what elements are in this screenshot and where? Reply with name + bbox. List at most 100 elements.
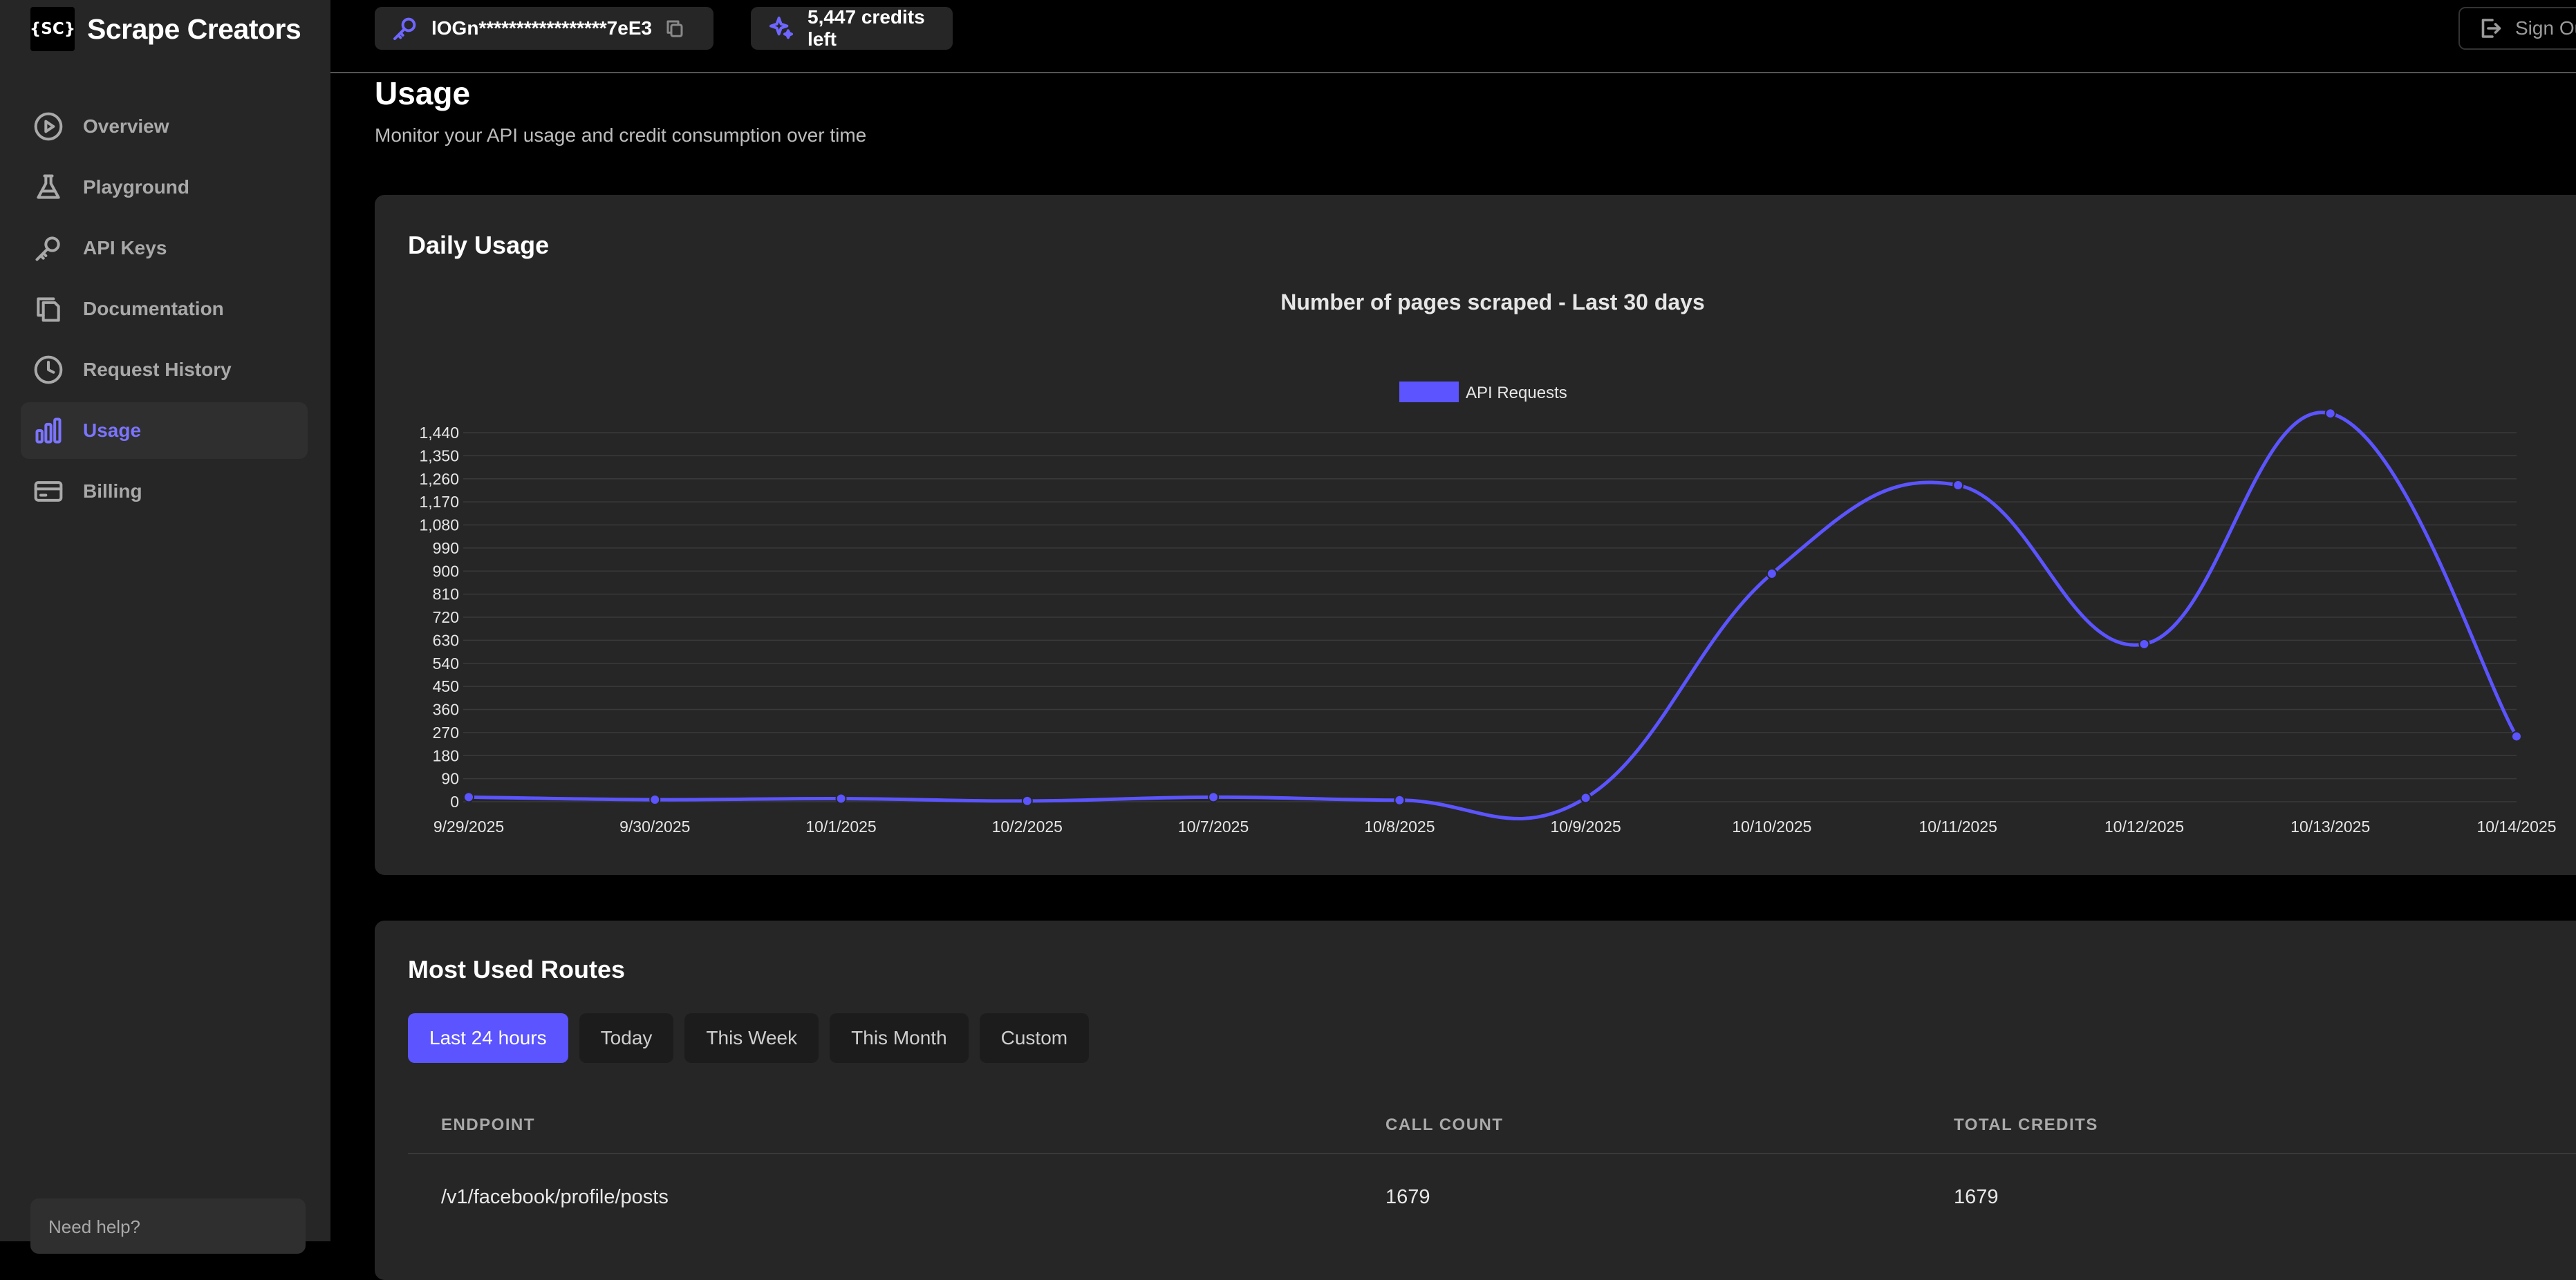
series-line (468, 411, 2519, 820)
sidebar-item-request-history[interactable]: Request History (21, 341, 308, 398)
flask-icon (33, 172, 64, 203)
help-text: Need help? (48, 1216, 140, 1237)
routes-title: Most Used Routes (408, 955, 626, 983)
sidebar-item-label: Request History (83, 359, 232, 380)
y-tick-label: 990 (433, 539, 459, 557)
data-point (463, 791, 474, 803)
filter-this-week[interactable]: This Week (684, 1013, 819, 1063)
data-point (1208, 791, 1220, 803)
page-title: Usage (375, 75, 471, 111)
topbar: lOGn*****************7eE3 5,447 credits … (330, 0, 2576, 73)
x-tick-label: 9/29/2025 (433, 818, 504, 836)
filter-last-24-hours[interactable]: Last 24 hours (408, 1013, 568, 1063)
data-point (2511, 731, 2522, 742)
document-icon (33, 294, 64, 324)
routes-table-header: ENDPOINT CALL COUNT TOTAL CREDITS (408, 1098, 2576, 1154)
y-tick-label: 180 (433, 746, 459, 764)
y-tick-label: 360 (433, 701, 459, 719)
api-key-value: lOGn*****************7eE3 (431, 17, 653, 39)
sidebar-item-label: Playground (83, 176, 190, 198)
y-tick-label: 1,080 (419, 516, 459, 534)
y-tick-label: 1,170 (419, 493, 459, 511)
sidebar-item-billing[interactable]: Billing (21, 463, 308, 520)
x-tick-label: 10/9/2025 (1550, 818, 1621, 836)
sign-out-button[interactable]: Sign Out (2458, 7, 2576, 50)
sidebar-item-overview[interactable]: Overview (21, 98, 308, 155)
daily-usage-card: Daily Usage Number of pages scraped - La… (375, 195, 2576, 875)
data-point (1952, 480, 1964, 491)
sidebar-item-api-keys[interactable]: API Keys (21, 220, 308, 276)
cell-total-credits: 1679 (1954, 1186, 1999, 1208)
sidebar-item-usage[interactable]: Usage (21, 402, 308, 459)
x-tick-label: 10/13/2025 (2290, 818, 2370, 836)
credit-card-icon (33, 476, 64, 507)
x-tick-label: 10/2/2025 (992, 818, 1063, 836)
sign-out-label: Sign Out (2515, 17, 2576, 39)
data-point (835, 793, 847, 804)
brand-logo: {SC} (30, 7, 75, 51)
column-header-total-credits: TOTAL CREDITS (1954, 1116, 2098, 1134)
page-subtitle: Monitor your API usage and credit consum… (375, 124, 867, 146)
data-point (1766, 567, 1777, 579)
legend-label: API Requests (1466, 384, 1567, 402)
y-tick-label: 540 (433, 655, 459, 672)
credits-pill[interactable]: 5,447 credits left (751, 6, 953, 50)
clock-icon (33, 355, 64, 385)
credits-left: 5,447 credits left (808, 6, 925, 50)
sidebar-item-label: API Keys (83, 237, 167, 258)
x-tick-label: 10/14/2025 (2476, 818, 2556, 836)
sidebar-item-label: Usage (83, 420, 142, 441)
data-point (649, 794, 661, 806)
data-point (2324, 408, 2336, 420)
data-point (1394, 794, 1406, 806)
cell-call-count: 1679 (1385, 1186, 1430, 1208)
data-point (1580, 792, 1592, 804)
legend-swatch (1399, 382, 1459, 402)
data-point (2138, 638, 2150, 650)
y-tick-label: 1,440 (419, 424, 459, 442)
api-key-pill[interactable]: lOGn*****************7eE3 (375, 7, 713, 50)
play-circle-icon (33, 111, 64, 142)
brand[interactable]: {SC} Scrape Creators (30, 7, 301, 51)
sidebar-item-playground[interactable]: Playground (21, 159, 308, 216)
sign-out-icon (2481, 19, 2501, 38)
time-filters: Last 24 hours Today This Week This Month… (408, 1013, 1090, 1063)
y-tick-label: 720 (433, 608, 459, 626)
y-tick-label: 900 (433, 562, 459, 580)
column-header-call-count: CALL COUNT (1385, 1116, 1504, 1134)
x-tick-label: 10/8/2025 (1364, 818, 1435, 836)
sidebar: {SC} Scrape Creators Overview Playground… (0, 0, 330, 1254)
data-point (1021, 795, 1033, 807)
y-tick-label: 630 (433, 631, 459, 649)
cell-endpoint: /v1/facebook/profile/posts (441, 1186, 669, 1208)
x-tick-label: 10/11/2025 (1919, 818, 1997, 836)
help-box[interactable]: Need help? (30, 1198, 306, 1254)
bar-chart-icon (33, 415, 64, 446)
y-tick-label: 270 (433, 724, 459, 742)
x-tick-label: 10/10/2025 (1732, 818, 1811, 836)
sidebar-nav: Overview Playground API Keys Documentati… (21, 98, 308, 524)
filter-custom[interactable]: Custom (979, 1013, 1090, 1063)
filter-this-month[interactable]: This Month (830, 1013, 969, 1063)
copy-icon[interactable] (664, 18, 685, 39)
sidebar-item-label: Billing (83, 480, 142, 502)
most-used-routes-card: Most Used Routes Last 24 hours Today Thi… (375, 921, 2576, 1280)
usage-line-chart: Number of pages scraped - Last 30 days AP… (419, 290, 2556, 836)
sidebar-item-label: Documentation (83, 298, 224, 319)
sidebar-item-documentation[interactable]: Documentation (21, 281, 308, 337)
column-header-endpoint: ENDPOINT (441, 1116, 536, 1134)
x-tick-label: 10/1/2025 (805, 818, 876, 836)
x-tick-label: 10/12/2025 (2104, 818, 2184, 836)
x-tick-label: 9/30/2025 (619, 818, 690, 836)
y-tick-label: 810 (433, 585, 459, 603)
y-tick-label: 450 (433, 677, 459, 695)
key-icon (391, 15, 419, 42)
sparkle-icon (767, 15, 795, 42)
y-tick-label: 1,350 (419, 446, 459, 464)
brand-name: Scrape Creators (87, 12, 301, 45)
key-icon (33, 233, 64, 263)
filter-today[interactable]: Today (579, 1013, 674, 1063)
chart-title: Number of pages scraped - Last 30 days (1280, 290, 1705, 314)
y-tick-label: 1,260 (419, 470, 459, 488)
sidebar-item-label: Overview (83, 115, 169, 137)
